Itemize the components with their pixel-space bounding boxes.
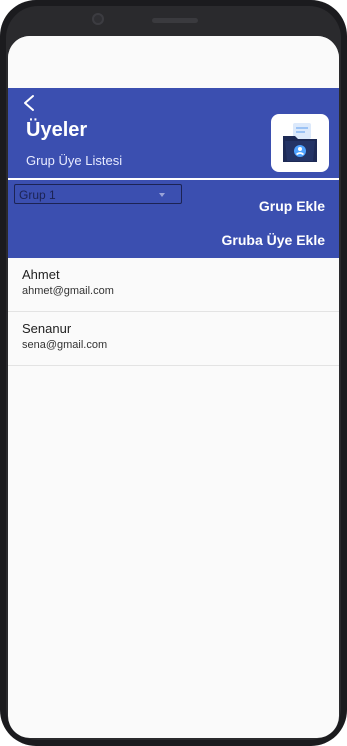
caret-down-icon [159,193,165,197]
member-list: Ahmet ahmet@gmail.com Senanur sena@gmail… [8,258,339,366]
front-camera [92,13,104,25]
folder-user-icon [283,123,317,162]
page-title: Üyeler [26,119,88,141]
status-bar [8,36,339,88]
phone-frame: Üyeler Grup Üye Listesi Grup 1 Grup Ekle… [0,0,347,746]
add-member-button[interactable]: Gruba Üye Ekle [222,232,326,248]
member-email: ahmet@gmail.com [22,285,114,297]
member-email: sena@gmail.com [22,339,108,351]
app-header: Üyeler Grup Üye Listesi [8,88,339,178]
group-select-value: Grup 1 [19,188,56,202]
earpiece-speaker [152,18,198,23]
page-subtitle: Grup Üye Listesi [26,153,123,168]
app-screen: Üyeler Grup Üye Listesi Grup 1 Grup Ekle… [8,36,339,738]
list-item[interactable]: Senanur sena@gmail.com [8,312,339,366]
member-name: Senanur [22,321,72,336]
app-logo [271,114,329,172]
member-name: Ahmet [22,267,60,282]
group-controls: Grup 1 Grup Ekle Gruba Üye Ekle [8,180,339,258]
chevron-left-icon[interactable] [22,94,36,112]
group-select[interactable]: Grup 1 [14,184,182,204]
list-item[interactable]: Ahmet ahmet@gmail.com [8,258,339,312]
add-group-button[interactable]: Grup Ekle [259,198,325,214]
